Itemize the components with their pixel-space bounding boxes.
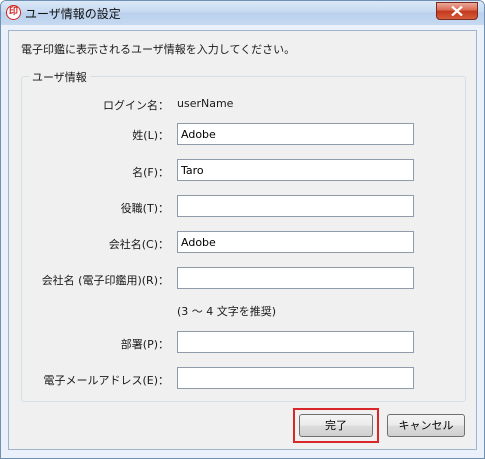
stamp-hint-text: (3 ～ 4 文字を推奨) — [177, 305, 277, 318]
title-bar[interactable]: 印 ユーザ情報の設定 — [1, 1, 484, 25]
company-label: 会社名(C)： — [108, 238, 169, 251]
email-field[interactable] — [177, 367, 414, 389]
last-name-field[interactable] — [177, 123, 414, 145]
done-button[interactable]: 完了 — [299, 414, 373, 437]
last-name-label: 姓(L)： — [132, 129, 169, 142]
company-stamp-label: 会社名 (電子印鑑用)(R)： — [41, 274, 169, 287]
login-name-label: ログイン名： — [103, 99, 169, 112]
dialog-body: 電子印鑑に表示されるユーザ情報を入力してください。 ユーザ情報 ログイン名： u… — [8, 30, 477, 450]
cancel-button[interactable]: キャンセル — [387, 414, 465, 437]
job-title-label: 役職(T)： — [120, 202, 169, 215]
first-name-label: 名(F)： — [132, 166, 169, 179]
department-label: 部署(P)： — [120, 338, 169, 351]
window-title: ユーザ情報の設定 — [25, 7, 121, 21]
close-button[interactable] — [436, 2, 478, 20]
email-label: 電子メールアドレス(E)： — [43, 374, 169, 387]
close-icon — [451, 6, 463, 16]
group-legend: ユーザ情報 — [29, 69, 90, 85]
dialog-window: 印 ユーザ情報の設定 電子印鑑に表示されるユーザ情報を入力してください。 ユーザ… — [0, 0, 485, 459]
first-name-field[interactable] — [177, 159, 414, 181]
company-field[interactable] — [177, 231, 414, 253]
intro-text: 電子印鑑に表示されるユーザ情報を入力してください。 — [21, 43, 296, 56]
company-stamp-field[interactable] — [177, 267, 414, 289]
job-title-field[interactable] — [177, 195, 414, 217]
department-field[interactable] — [177, 331, 414, 353]
stamp-app-icon: 印 — [6, 5, 21, 20]
login-name-value: userName — [177, 97, 234, 110]
